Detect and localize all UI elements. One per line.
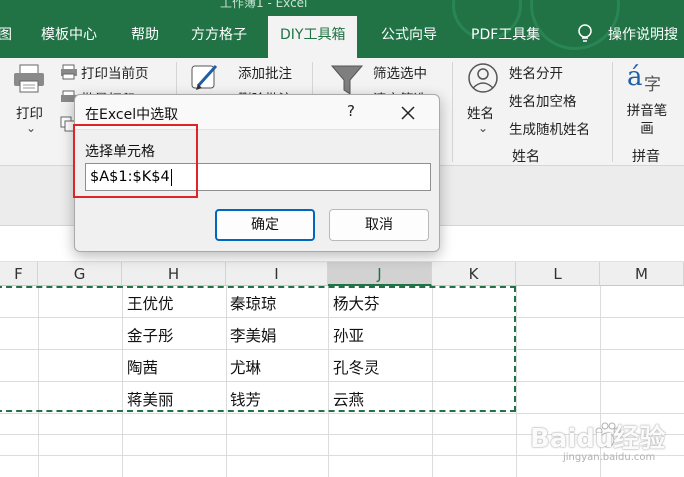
grid-line <box>516 286 517 477</box>
tab-help[interactable]: 帮助 <box>131 18 159 58</box>
column-header-h[interactable]: H <box>122 262 226 286</box>
name-add-space-button[interactable]: 姓名加空格 <box>509 90 577 110</box>
pinyin-stroke-button[interactable]: 拼音笔画 <box>624 102 670 138</box>
comment-pen-icon <box>191 64 218 90</box>
name-button-label[interactable]: 姓名 <box>467 102 494 122</box>
filter-selected-button[interactable]: 筛选选中 <box>373 62 427 82</box>
ok-button[interactable]: 确定 <box>215 209 315 241</box>
annotation-highlight-box <box>73 124 198 198</box>
ribbon-tab-bar: 工作簿1 - Excel 图 模板中心 帮助 方方格子 DIY工具箱 公式向导 … <box>0 0 684 58</box>
tab-pdf-tools[interactable]: PDF工具集 <box>471 18 540 58</box>
print-button-label[interactable]: 打印 <box>16 102 43 122</box>
pinyin-icon: á 字 <box>627 62 661 95</box>
random-name-button[interactable]: 生成随机姓名 <box>509 118 590 138</box>
watermark-brand: Baidu经验 <box>530 424 666 454</box>
filter-funnel-icon <box>330 65 364 95</box>
add-comment-button[interactable]: 添加批注 <box>238 62 292 82</box>
cancel-button[interactable]: 取消 <box>329 209 429 241</box>
printer-icon <box>14 64 44 93</box>
column-header-g[interactable]: G <box>38 262 122 286</box>
column-header-i[interactable]: I <box>226 262 328 286</box>
name-group-label: 姓名 <box>512 149 540 165</box>
column-header-l[interactable]: L <box>516 262 600 286</box>
dialog-title: 在Excel中选取 <box>85 107 179 123</box>
help-icon[interactable]: ? <box>347 102 355 120</box>
print-current-page-button[interactable]: 打印当前页 <box>81 62 149 82</box>
split-name-button[interactable]: 姓名分开 <box>509 62 563 82</box>
column-header-k[interactable]: K <box>432 262 516 286</box>
column-header-j[interactable]: J <box>328 262 432 286</box>
ribbon-separator <box>452 62 453 162</box>
column-header-f[interactable]: F <box>0 262 38 286</box>
tab-fangfang-gezi[interactable]: 方方格子 <box>191 18 247 58</box>
tab-search-help[interactable]: 操作说明搜 <box>608 18 678 58</box>
ribbon-separator <box>612 62 613 162</box>
person-icon <box>468 63 498 93</box>
title-decoration <box>530 0 620 50</box>
print-page-icon <box>61 64 77 80</box>
tab-insert-pic[interactable]: 图 <box>0 18 12 58</box>
lightbulb-icon <box>578 24 592 42</box>
close-icon[interactable] <box>397 102 419 124</box>
tab-template-center[interactable]: 模板中心 <box>41 18 97 58</box>
watermark-url: jingyan.baidu.com <box>563 452 656 463</box>
grid-line <box>0 413 684 414</box>
column-header-m[interactable]: M <box>600 262 684 286</box>
pinyin-group-label: 拼音 <box>632 149 660 165</box>
chevron-down-icon[interactable]: ⌄ <box>26 121 36 135</box>
selection-marquee <box>0 286 516 412</box>
chevron-down-icon[interactable]: ⌄ <box>478 121 488 135</box>
tab-formula-wizard[interactable]: 公式向导 <box>381 18 437 58</box>
tab-diy-toolbox[interactable]: DIY工具箱 <box>268 16 358 58</box>
window-title: 工作簿1 - Excel <box>220 0 308 10</box>
